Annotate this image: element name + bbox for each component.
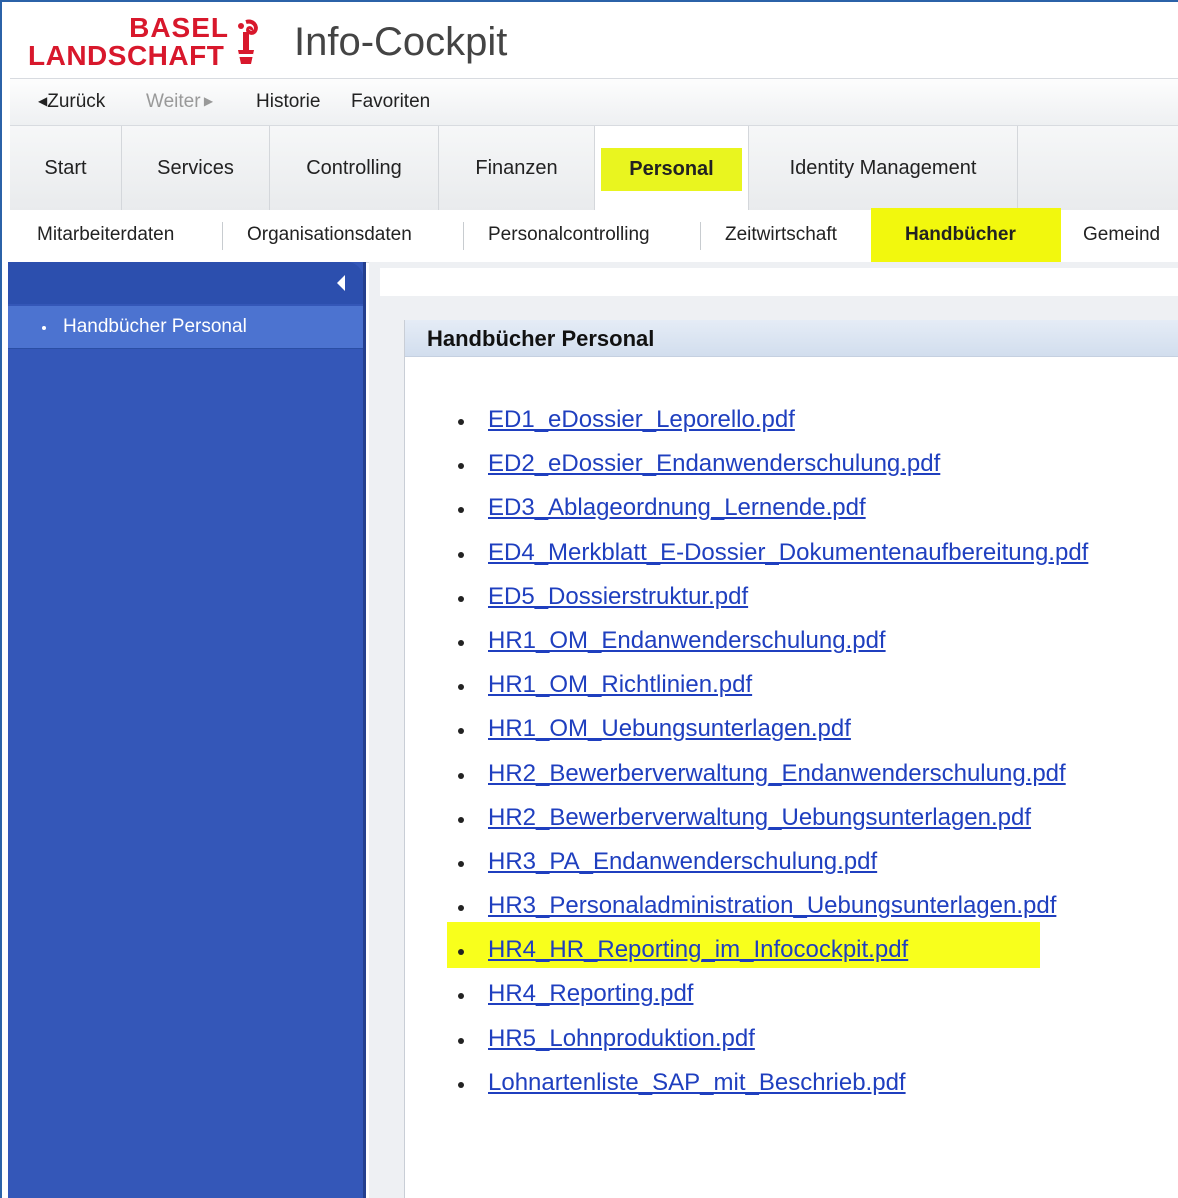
document-link[interactable]: HR4_HR_Reporting_im_Infocockpit.pdf xyxy=(488,936,908,964)
subtab-gemeinden[interactable]: Gemeind xyxy=(1083,224,1160,246)
subtab-separator xyxy=(700,222,701,250)
bullet-icon xyxy=(458,507,464,514)
header: BASEL LANDSCHAFT Info-Cockpit xyxy=(2,2,1178,78)
subtab-personalcontrolling[interactable]: Personalcontrolling xyxy=(488,224,650,246)
tab-personal[interactable]: Personal xyxy=(595,126,749,212)
subtab-separator xyxy=(222,222,223,250)
history-button[interactable]: Historie xyxy=(256,91,320,113)
sidebar-item-label: Handbücher Personal xyxy=(63,316,247,337)
document-link[interactable]: HR5_Lohnproduktion.pdf xyxy=(488,1025,755,1053)
sidebar: Handbücher Personal xyxy=(8,262,366,1198)
document-link[interactable]: HR1_OM_Richtlinien.pdf xyxy=(488,671,752,699)
forward-arrow-icon: ▶ xyxy=(200,94,214,108)
document-link[interactable]: ED5_Dossierstruktur.pdf xyxy=(488,583,748,611)
content-toolbar xyxy=(380,268,1178,296)
bullet-icon xyxy=(458,816,464,823)
document-link[interactable]: ED3_Ablageordnung_Lernende.pdf xyxy=(488,494,866,522)
document-link[interactable]: HR1_OM_Uebungsunterlagen.pdf xyxy=(488,715,851,743)
bullet-icon xyxy=(458,772,464,779)
tab-finanzen[interactable]: Finanzen xyxy=(439,126,595,210)
bullet-icon xyxy=(458,1037,464,1044)
document-link[interactable]: ED4_Merkblatt_E-Dossier_Dokumentenaufber… xyxy=(488,539,1088,567)
tab-identity-management[interactable]: Identity Management xyxy=(749,126,1018,210)
subtab-handbuecher[interactable]: Handbücher xyxy=(905,224,1016,246)
subtab-organisationsdaten[interactable]: Organisationsdaten xyxy=(247,224,412,246)
document-link[interactable]: HR1_OM_Endanwenderschulung.pdf xyxy=(488,627,886,655)
document-link[interactable]: HR3_PA_Endanwenderschulung.pdf xyxy=(488,848,877,876)
sub-tab-bar: Mitarbeiterdaten Organisationsdaten Pers… xyxy=(10,208,1178,270)
document-link[interactable]: HR4_Reporting.pdf xyxy=(488,980,693,1008)
bullet-icon xyxy=(458,993,464,1000)
subtab-mitarbeiterdaten[interactable]: Mitarbeiterdaten xyxy=(37,224,174,246)
history-navbar: ◀Zurück Weiter ▶ Historie Favoriten xyxy=(10,78,1178,126)
document-link[interactable]: ED1_eDossier_Leporello.pdf xyxy=(488,406,795,434)
crozier-logo-icon xyxy=(238,19,258,64)
back-label: Zurück xyxy=(47,91,106,112)
bullet-icon xyxy=(458,639,464,646)
tab-start[interactable]: Start xyxy=(10,126,122,210)
bullet-icon xyxy=(458,419,464,425)
favorites-button[interactable]: Favoriten xyxy=(351,91,430,113)
tab-services[interactable]: Services xyxy=(122,126,270,210)
logo[interactable]: BASEL LANDSCHAFT xyxy=(28,12,263,74)
left-border xyxy=(0,0,2,1198)
bullet-icon xyxy=(458,463,464,470)
bullet-icon xyxy=(458,905,464,912)
logo-text-landschaft: LANDSCHAFT xyxy=(28,40,225,71)
bullet-icon xyxy=(458,551,464,558)
sidebar-item-handbuecher-personal[interactable]: Handbücher Personal xyxy=(8,306,363,349)
back-button[interactable]: ◀Zurück xyxy=(38,91,105,113)
bullet-icon xyxy=(458,595,464,602)
panel-header: Handbücher Personal xyxy=(405,320,1178,357)
document-link[interactable]: ED2_eDossier_Endanwenderschulung.pdf xyxy=(488,450,940,478)
bullet-icon xyxy=(458,1081,464,1088)
bullet-icon xyxy=(458,860,464,867)
tab-controlling[interactable]: Controlling xyxy=(270,126,439,210)
document-link[interactable]: HR2_Bewerberverwaltung_Uebungsunterlagen… xyxy=(488,804,1031,832)
bullet-icon xyxy=(458,684,464,691)
collapse-arrow-icon xyxy=(337,275,345,291)
forward-label: Weiter xyxy=(146,91,201,112)
subtab-separator xyxy=(463,222,464,250)
subtab-zeitwirtschaft[interactable]: Zeitwirtschaft xyxy=(725,224,837,246)
app-title: Info-Cockpit xyxy=(294,20,508,64)
document-link[interactable]: HR3_Personaladministration_Uebungsunterl… xyxy=(488,892,1056,920)
document-link[interactable]: Lohnartenliste_SAP_mit_Beschrieb.pdf xyxy=(488,1069,906,1097)
document-link[interactable]: HR2_Bewerberverwaltung_Endanwenderschulu… xyxy=(488,760,1066,788)
document-panel: Handbücher Personal ED1_eDossier_Leporel… xyxy=(404,320,1178,1198)
sidebar-collapse-button[interactable] xyxy=(8,262,363,304)
main-tab-bar: Start Services Controlling Finanzen Pers… xyxy=(10,126,1178,212)
bullet-icon xyxy=(458,728,464,735)
forward-button[interactable]: Weiter ▶ xyxy=(146,91,213,113)
bullet-icon xyxy=(42,326,46,330)
back-arrow-icon: ◀ xyxy=(38,94,48,108)
panel-title: Handbücher Personal xyxy=(427,326,655,351)
tab-personal-label: Personal xyxy=(601,147,742,191)
